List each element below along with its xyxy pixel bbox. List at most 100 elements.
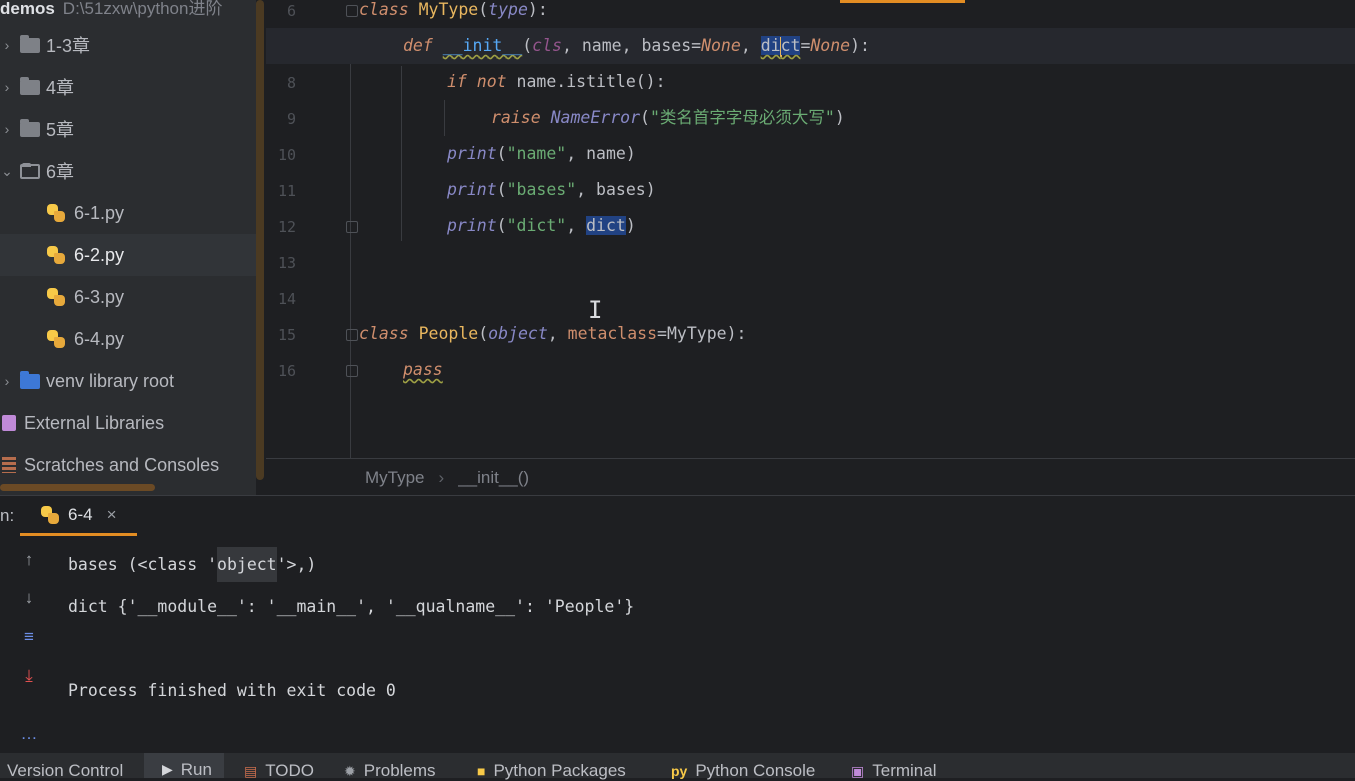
breadcrumb-item-method[interactable]: __init__() — [458, 468, 529, 488]
python-file-icon — [40, 505, 60, 525]
project-name: demos — [0, 0, 55, 18]
tree-item-scratches[interactable]: Scratches and Consoles — [0, 444, 256, 486]
scratches-icon — [2, 457, 16, 473]
chevron-right-icon[interactable]: › — [0, 37, 14, 53]
code-line-15[interactable]: class People(object, metaclass=MyType): — [359, 316, 746, 352]
up-arrow-icon[interactable]: ↑ — [18, 550, 40, 572]
version-control-button[interactable]: Version Control — [7, 761, 123, 781]
fold-marker-icon[interactable] — [346, 221, 358, 233]
run-tab-label: 6-4 — [68, 504, 93, 524]
python-console-button[interactable]: py Python Console — [671, 761, 815, 781]
line-number: 9 — [286, 110, 296, 128]
folder-icon — [20, 76, 40, 95]
sidebar-vertical-scrollbar[interactable] — [256, 0, 264, 480]
close-icon[interactable]: × — [107, 505, 117, 525]
tree-item-label: 6-2.py — [74, 244, 125, 265]
line-number: 12 — [277, 218, 296, 236]
chevron-right-icon[interactable]: › — [0, 373, 14, 389]
tree-item-file-6-4[interactable]: 6-4.py — [0, 318, 256, 360]
tree-item-folder-4[interactable]: › 4章 — [0, 66, 256, 108]
breadcrumb-item-class[interactable]: MyType — [365, 468, 425, 488]
line-number: 13 — [277, 254, 296, 272]
run-panel-title: n: — [0, 506, 15, 525]
breadcrumb: MyType › __init__() — [266, 458, 1355, 496]
project-tool-window: demos D:\51zxw\python进阶 › 1-3章 › 4章 › 5章 … — [0, 0, 256, 495]
tree-item-label: 4章 — [46, 78, 75, 98]
tree-item-label: 5章 — [46, 120, 75, 140]
line-number: 15 — [277, 326, 296, 344]
python-console-icon: py — [671, 763, 688, 779]
line-number: 11 — [277, 182, 296, 200]
venv-folder-icon — [20, 370, 40, 389]
run-button[interactable]: ▶ Run — [144, 753, 224, 779]
code-line-9[interactable]: raise NameError("类名首字字母必须大写") — [491, 100, 845, 136]
indent-guide — [350, 30, 351, 458]
fold-marker-icon[interactable] — [346, 365, 358, 377]
code-line-6[interactable]: class MyType(type): — [359, 0, 548, 28]
project-path: D:\51zxw\python进阶 — [62, 0, 223, 18]
python-packages-button[interactable]: ■ Python Packages — [477, 761, 626, 781]
down-arrow-icon[interactable]: ↓ — [18, 588, 40, 610]
project-root-row[interactable]: demos D:\51zxw\python进阶 — [0, 0, 223, 18]
tree-item-label: 6-4.py — [74, 328, 125, 349]
run-tool-window: n: 6-4 × ↑ ↓ ≡ ⤓ … bases (<class 'object… — [0, 495, 1355, 754]
chevron-down-icon[interactable]: ⌄ — [0, 163, 14, 180]
indent-guide — [444, 100, 445, 136]
line-number: 10 — [277, 146, 296, 164]
open-folder-icon — [20, 162, 40, 179]
python-file-icon — [46, 287, 66, 307]
code-line-7[interactable]: def __init__(cls, name, bases=None, dict… — [266, 28, 1355, 64]
todo-icon: ▤ — [244, 762, 258, 779]
console-output-line: dict {'__module__': '__main__', '__qualn… — [68, 597, 635, 616]
indent-guide — [401, 66, 402, 241]
code-line-16[interactable]: pass — [403, 352, 443, 388]
folder-icon — [20, 118, 40, 137]
chevron-right-icon[interactable]: › — [0, 79, 14, 95]
line-number: 16 — [277, 362, 296, 380]
code-line-11[interactable]: print("bases", bases) — [447, 172, 656, 208]
code-line-10[interactable]: print("name", name) — [447, 136, 636, 172]
tree-item-venv[interactable]: › venv library root — [0, 360, 256, 402]
run-tab-bar: n: 6-4 × — [0, 496, 1355, 536]
breadcrumb-separator-icon: › — [438, 467, 445, 487]
tree-item-file-6-1[interactable]: 6-1.py — [0, 192, 256, 234]
tree-item-label: 6-1.py — [74, 202, 125, 223]
bug-icon: ✹ — [344, 762, 356, 779]
run-tab-6-4[interactable]: 6-4 × — [20, 496, 137, 536]
problems-button[interactable]: ✹ Problems — [344, 761, 436, 781]
tree-item-file-6-2[interactable]: 6-2.py — [0, 234, 256, 276]
tree-item-folder-6[interactable]: ⌄ 6章 — [0, 150, 256, 192]
tree-item-label: 6章 — [46, 162, 75, 182]
library-icon — [2, 415, 16, 431]
tree-item-label: 6-3.py — [74, 286, 125, 307]
more-icon[interactable]: … — [18, 724, 40, 746]
sidebar-horizontal-scrollbar[interactable] — [0, 484, 155, 491]
tree-item-folder-5[interactable]: › 5章 — [0, 108, 256, 150]
tree-item-label: External Libraries — [24, 412, 165, 433]
console-output-line: bases (<class 'object'>,) — [68, 545, 316, 585]
code-editor[interactable]: 6 7 8 9 10 11 12 13 14 15 16 class MyTyp… — [266, 0, 1355, 458]
tree-item-label: Scratches and Consoles — [24, 454, 220, 475]
line-number: 6 — [286, 2, 296, 20]
code-line-8[interactable]: if not name.istitle(): — [447, 64, 666, 100]
fold-marker-icon[interactable] — [346, 5, 358, 17]
todo-button[interactable]: ▤ TODO — [244, 761, 314, 781]
python-file-icon — [46, 329, 66, 349]
play-icon: ▶ — [162, 761, 173, 777]
tree-item-file-6-3[interactable]: 6-3.py — [0, 276, 256, 318]
console-exit-line: Process finished with exit code 0 — [68, 681, 396, 700]
fold-marker-icon[interactable] — [346, 329, 358, 341]
soft-wrap-icon[interactable]: ≡ — [18, 627, 40, 649]
code-line-12[interactable]: print("dict", dict) — [447, 208, 636, 244]
tree-item-external-libraries[interactable]: External Libraries — [0, 402, 256, 444]
chevron-right-icon[interactable]: › — [0, 121, 14, 137]
search-highlight-bar — [840, 0, 965, 3]
terminal-icon: ▣ — [851, 762, 865, 779]
scroll-to-end-icon[interactable]: ⤓ — [18, 666, 40, 688]
tree-item-label: venv library root — [46, 370, 175, 391]
tool-window-bar: Version Control ▶ Run ▤ TODO ✹ Problems ■ Py… — [0, 753, 1355, 781]
tree-item-folder-1-3[interactable]: › 1-3章 — [0, 24, 256, 66]
python-file-icon — [46, 245, 66, 265]
terminal-button[interactable]: ▣ Terminal — [851, 761, 936, 781]
python-file-icon — [46, 203, 66, 223]
